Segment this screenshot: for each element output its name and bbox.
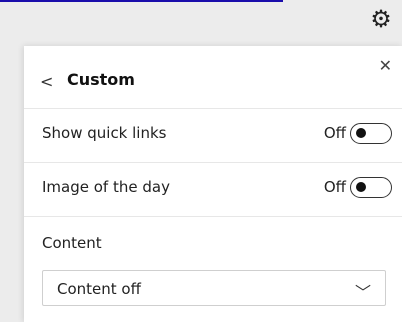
toggle-state-image-of-day: Off: [323, 178, 346, 196]
panel-header: < Custom ✕: [24, 46, 402, 108]
top-link-underline: [0, 0, 283, 2]
panel-title: Custom: [67, 70, 135, 89]
settings-panel: < Custom ✕ Show quick links Off Image of…: [24, 46, 402, 322]
gear-icon[interactable]: ⚙: [368, 6, 394, 32]
divider: [24, 216, 402, 217]
content-dropdown-value: Content off: [57, 280, 141, 298]
toggle-row-image-of-day: Image of the day Off: [24, 162, 402, 214]
toggle-row-quick-links: Show quick links Off: [24, 108, 402, 160]
chevron-down-icon[interactable]: ﹀: [355, 279, 371, 303]
content-section-label: Content: [42, 234, 102, 252]
quick-links-toggle[interactable]: [350, 123, 392, 144]
toggle-knob: [356, 182, 366, 192]
toggle-label-image-of-day: Image of the day: [42, 178, 170, 196]
content-dropdown[interactable]: Content off ﹀: [42, 270, 386, 306]
close-icon[interactable]: ✕: [379, 56, 392, 75]
toggle-label-quick-links: Show quick links: [42, 124, 167, 142]
toggle-state-quick-links: Off: [323, 124, 346, 142]
chevron-left-icon[interactable]: <: [40, 72, 53, 91]
toggle-knob: [356, 128, 366, 138]
image-of-day-toggle[interactable]: [350, 177, 392, 198]
